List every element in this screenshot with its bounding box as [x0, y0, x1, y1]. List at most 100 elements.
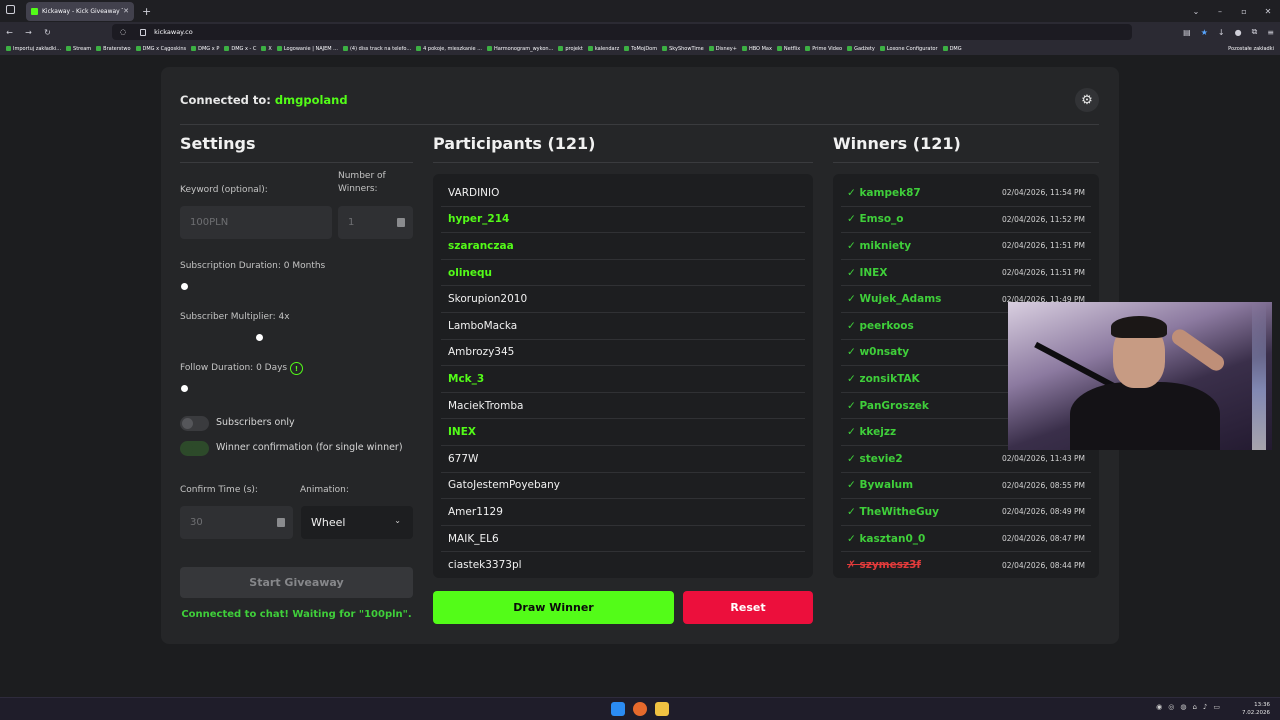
toggle-knob	[182, 418, 193, 429]
bookmark-item[interactable]: ToMojDom	[624, 46, 657, 52]
browser-nav-bar: ← → ↻ ◌ kickaway.co ▤ ★ ↓ ● ⧉ ≡	[0, 22, 1280, 42]
bookmark-item[interactable]: Logowanie | NAJEM ...	[276, 45, 338, 52]
winner-name: ✓ stevie2	[847, 452, 903, 465]
sidebar-toggle-icon[interactable]	[6, 5, 15, 14]
maximize-icon[interactable]: ▫	[1232, 7, 1256, 16]
bookmark-item[interactable]: (4) diss track na telefo...	[342, 46, 411, 52]
shield-icon: ◌	[120, 28, 127, 36]
start-giveaway-button[interactable]: Start Giveaway	[180, 567, 413, 598]
subscribers-only-toggle[interactable]	[180, 416, 209, 431]
winner-timestamp: 02/04/2026, 11:51 PM	[1002, 241, 1085, 251]
bookmark-item[interactable]: 4 pokoje, mieszkanie ...	[416, 46, 482, 52]
keyword-input[interactable]: 100PLN	[180, 206, 332, 239]
bookmark-label: Logowanie | NAJEM ...	[283, 45, 338, 52]
url-text: kickaway.co	[154, 28, 193, 36]
participant-row: Ambrozy345	[441, 340, 805, 367]
animation-select[interactable]: Wheel ⌄	[301, 506, 413, 539]
winners-divider	[833, 162, 1099, 163]
downloads-icon[interactable]: ↓	[1218, 28, 1225, 37]
bookmark-item[interactable]: Disney+	[708, 45, 737, 52]
winner-row: ✓ TheWitheGuy 02/04/2026, 08:49 PM	[841, 499, 1091, 526]
draw-winner-button[interactable]: Draw Winner	[433, 591, 674, 624]
bookmark-icon	[558, 46, 564, 51]
file-explorer-icon[interactable]	[655, 702, 669, 716]
account-icon[interactable]: ●	[1235, 28, 1242, 37]
bookmark-star-icon[interactable]: ★	[1201, 28, 1208, 37]
bookmark-item[interactable]: X	[261, 45, 272, 52]
other-bookmarks[interactable]: Pozostałe zakładki	[1228, 42, 1274, 55]
stepper-icon[interactable]	[397, 218, 405, 227]
bookmark-item[interactable]: SkyShowTime	[662, 46, 704, 52]
connected-label: Connected to:	[180, 93, 271, 107]
tab-list-icon[interactable]: ⌄	[1184, 7, 1208, 16]
participants-list[interactable]: VARDINIO hyper_214 szaranczaa olinequ Skorup…	[433, 174, 813, 578]
back-icon[interactable]: ←	[0, 28, 19, 37]
taskbar-clock[interactable]: 13:36 7.02.2026	[1242, 701, 1270, 717]
bookmark-item[interactable]: DMG	[942, 45, 962, 52]
bookmark-item[interactable]: Harmonogram_wykon...	[486, 46, 553, 52]
winner-row: ✓ Bywalum 02/04/2026, 08:55 PM	[841, 473, 1091, 500]
bookmark-item[interactable]: Prime Video	[805, 46, 842, 52]
settings-title: Settings	[180, 134, 256, 153]
bookmark-label: Importuj zakładki...	[13, 45, 62, 52]
translate-icon[interactable]: ▤	[1183, 28, 1191, 37]
bookmark-label: DMG	[949, 45, 962, 52]
windows-taskbar: ◉ ◎ ◍ ⌂ ♪ ▭ 13:36 7.02.2026	[0, 697, 1280, 720]
bookmark-item[interactable]: kalendarz	[587, 46, 619, 52]
participant-row: INEX	[441, 419, 805, 446]
stepper-icon[interactable]	[277, 518, 285, 527]
settings-gear-icon[interactable]: ⚙	[1075, 88, 1099, 112]
close-tab-icon[interactable]: ✕	[123, 7, 129, 15]
browser-tab-active[interactable]: Kickaway - Kick Giveaway Tool ✕	[26, 1, 134, 21]
minimize-icon[interactable]: –	[1208, 7, 1232, 16]
subscriber-multiplier-slider[interactable]	[256, 334, 263, 341]
volume-icon[interactable]: ♪	[1203, 703, 1207, 711]
address-bar[interactable]: ◌ kickaway.co	[112, 24, 1132, 40]
winners-count-input[interactable]: 1	[338, 206, 413, 239]
extensions-icon[interactable]: ⧉	[1252, 27, 1258, 37]
bookmark-icon	[135, 46, 141, 51]
bookmark-item[interactable]: Netflix	[776, 46, 800, 52]
reload-icon[interactable]: ↻	[38, 28, 57, 37]
browser-tab-bar: Kickaway - Kick Giveaway Tool ✕ + ⌄ – ▫ …	[0, 0, 1280, 22]
participant-row: Mck_3	[441, 366, 805, 393]
network-icon[interactable]: ⌂	[1192, 703, 1196, 711]
winner-confirmation-toggle[interactable]	[180, 441, 209, 456]
steam-icon[interactable]: ◎	[1168, 703, 1174, 711]
new-tab-icon[interactable]: +	[142, 5, 151, 18]
bookmark-icon	[342, 46, 348, 51]
battery-icon[interactable]: ▭	[1213, 703, 1220, 711]
bookmark-item[interactable]: Loxone Configurator	[879, 46, 938, 52]
bookmark-label: Disney+	[715, 45, 737, 52]
bookmark-label: X	[268, 45, 272, 52]
windows-start-icon[interactable]	[611, 702, 625, 716]
bookmark-item[interactable]: HBO Max	[741, 45, 772, 52]
reset-button[interactable]: Reset	[683, 591, 813, 624]
firefox-icon[interactable]	[633, 702, 647, 716]
subscription-duration-slider[interactable]	[181, 283, 188, 290]
bookmark-label: Gadżety	[854, 45, 875, 52]
bookmark-icon	[776, 46, 782, 51]
bookmark-item[interactable]: DMG x Cągoskins	[135, 46, 186, 52]
follow-duration-slider[interactable]	[181, 385, 188, 392]
whatsapp-icon[interactable]: ◉	[1156, 703, 1162, 711]
bookmark-item[interactable]: Gadżety	[847, 46, 875, 52]
bookmark-icon	[624, 46, 630, 51]
bookmark-label: HBO Max	[748, 45, 772, 52]
info-icon[interactable]: !	[290, 362, 303, 375]
close-window-icon[interactable]: ✕	[1256, 7, 1280, 16]
bookmark-item[interactable]: projekt	[558, 46, 583, 52]
menu-icon[interactable]: ≡	[1267, 28, 1274, 37]
bookmark-item[interactable]: DMG x - C	[224, 46, 256, 52]
winner-name: ✓ Bywalum	[847, 479, 914, 492]
participant-row: MaciekTromba	[441, 393, 805, 420]
discord-icon[interactable]: ◍	[1180, 703, 1186, 711]
confirm-time-input[interactable]: 30	[180, 506, 293, 539]
bookmark-item[interactable]: DMG x P	[191, 46, 219, 52]
bookmark-item[interactable]: Importuj zakładki...	[6, 46, 61, 52]
participant-row: MAIK_EL6	[441, 526, 805, 553]
bookmark-item[interactable]: Braterstwo	[96, 46, 131, 52]
bookmark-icon	[741, 46, 747, 51]
forward-icon[interactable]: →	[19, 28, 38, 37]
bookmark-item[interactable]: Stream	[66, 46, 91, 52]
